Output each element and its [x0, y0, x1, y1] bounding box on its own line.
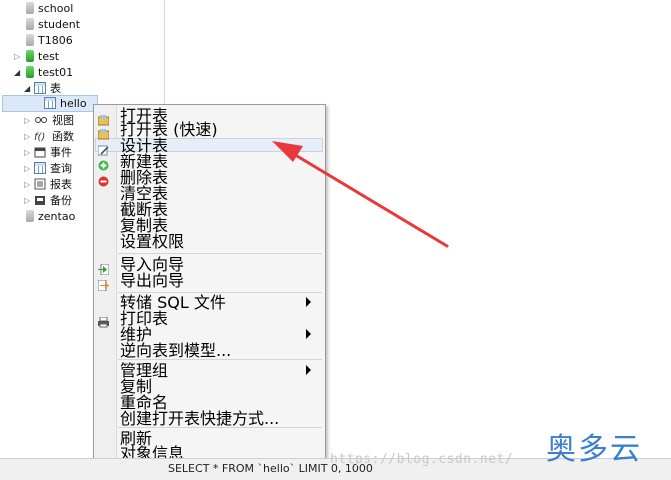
- submenu-arrow-icon: [306, 329, 311, 339]
- tree-item-reports[interactable]: 报表: [34, 177, 72, 193]
- database-grey-icon: [26, 34, 34, 46]
- context-menu: 打开表 打开表 (快速) 设计表 新建表 删除表 清空表 截断表 复制表 设置权…: [93, 104, 326, 463]
- menu-item-export-wizard[interactable]: 导出向导: [120, 272, 184, 289]
- tree-item-queries[interactable]: 查询: [34, 161, 72, 177]
- tree-item-test01[interactable]: test01: [24, 65, 73, 81]
- menu-item-create-shortcut[interactable]: 创建打开表快捷方式...: [120, 410, 279, 427]
- tree-item-backups[interactable]: 备份: [34, 193, 72, 209]
- tree-item-student[interactable]: student: [24, 17, 80, 33]
- expand-arrow-icon[interactable]: ▷: [14, 49, 20, 65]
- tree-item-hello[interactable]: hello: [44, 96, 87, 112]
- tree-item-views[interactable]: 视图: [34, 113, 74, 129]
- menu-item-reverse-to-model[interactable]: 逆向表到模型...: [120, 342, 231, 359]
- print-icon: [98, 313, 109, 328]
- tree-item-t1806[interactable]: T1806: [24, 33, 73, 49]
- brand-logo-text: 奥多云: [546, 432, 642, 467]
- design-table-icon: [97, 141, 109, 156]
- open-table-icon: [97, 111, 110, 126]
- menu-item-set-permissions[interactable]: 设置权限: [120, 233, 184, 250]
- import-icon: [98, 260, 110, 276]
- expand-arrow-icon[interactable]: ▷: [24, 161, 30, 177]
- report-icon: [34, 178, 46, 190]
- database-green-icon: [26, 50, 34, 62]
- event-icon: [34, 146, 46, 158]
- backup-icon: [34, 194, 46, 206]
- menu-separator: [118, 253, 322, 254]
- tree-item-test[interactable]: test: [24, 49, 59, 65]
- open-table-fast-icon: [97, 125, 110, 140]
- tree-item-school[interactable]: school: [24, 1, 73, 17]
- database-grey-icon: [26, 18, 34, 30]
- expand-arrow-icon[interactable]: ▷: [24, 145, 30, 161]
- export-icon: [97, 276, 109, 292]
- submenu-arrow-icon: [306, 365, 311, 375]
- table-icon: [44, 97, 56, 109]
- views-icon: [34, 114, 48, 126]
- database-grey-icon: [26, 210, 34, 222]
- delete-table-icon: [98, 172, 109, 187]
- expand-arrow-icon[interactable]: ▷: [24, 129, 30, 145]
- expand-arrow-icon[interactable]: ▷: [24, 113, 30, 129]
- menu-separator: [118, 359, 322, 360]
- function-icon: f(): [34, 132, 46, 143]
- tree-item-zentao[interactable]: zentao: [24, 209, 75, 225]
- tables-folder-icon: [34, 82, 46, 94]
- database-grey-icon: [26, 2, 34, 14]
- expand-arrow-icon[interactable]: ▷: [24, 177, 30, 193]
- watermark-text: https://blog.csdn.net/: [330, 452, 514, 467]
- database-green-icon: [26, 66, 34, 78]
- query-icon: [34, 162, 46, 174]
- expand-arrow-icon[interactable]: ▷: [24, 193, 30, 209]
- submenu-arrow-icon: [306, 297, 311, 307]
- collapse-arrow-icon[interactable]: ◢: [14, 65, 20, 81]
- menu-separator: [118, 427, 322, 428]
- new-table-icon: [98, 156, 109, 171]
- tree-item-functions[interactable]: f() 函数: [34, 129, 74, 145]
- tree-item-events[interactable]: 事件: [34, 145, 72, 161]
